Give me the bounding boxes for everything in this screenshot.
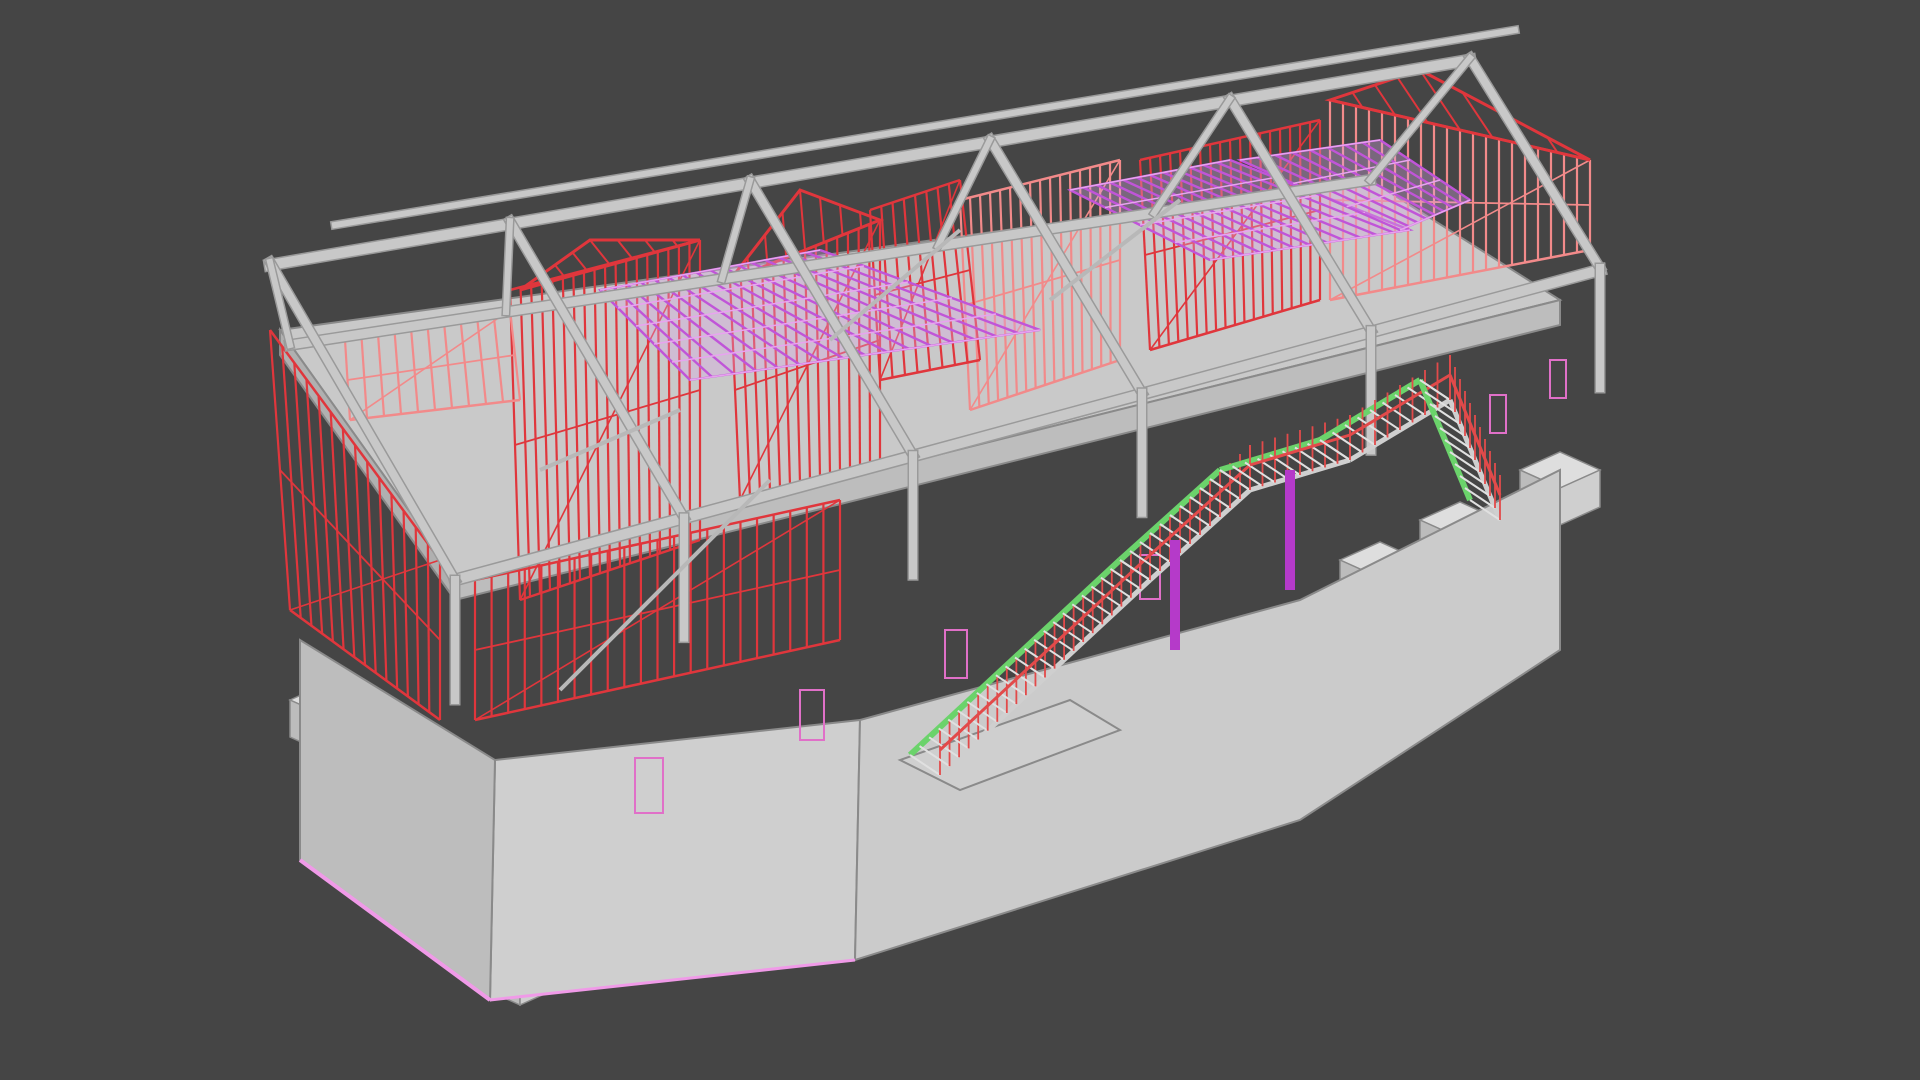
window-opening	[1489, 394, 1507, 434]
building-model-render	[262, 24, 1608, 1007]
model-viewport[interactable]	[0, 0, 1920, 1080]
ground-floor-side-face	[299, 638, 497, 1002]
handrail	[1148, 463, 1252, 557]
purple-column	[1285, 470, 1295, 590]
rafter	[1464, 52, 1606, 274]
window-opening	[944, 629, 968, 679]
ground-floor-front-face	[488, 718, 862, 1002]
gable-stud	[839, 204, 844, 236]
gable-stud	[571, 251, 589, 272]
gable-stud	[799, 189, 806, 251]
gable-stud	[819, 197, 825, 243]
purple-column	[1170, 540, 1180, 650]
gable-stud	[589, 239, 611, 266]
ground-floor-long-face	[853, 468, 1561, 962]
rear-rafter	[502, 218, 514, 316]
stair-flight-return	[1417, 355, 1503, 521]
gable-stud	[644, 239, 656, 254]
gable-stud	[616, 239, 634, 260]
window-opening	[1549, 359, 1567, 399]
gable-stud	[859, 212, 863, 228]
